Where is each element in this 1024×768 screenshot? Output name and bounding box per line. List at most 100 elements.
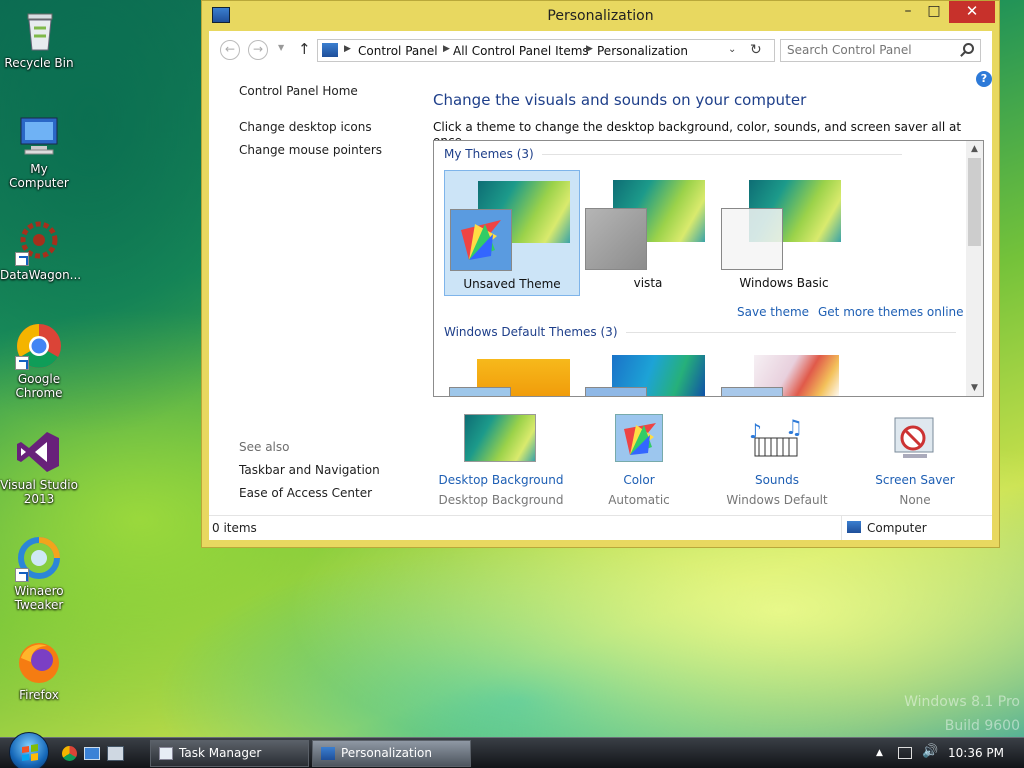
shortcut-arrow-icon [15, 568, 29, 582]
tool-name[interactable]: Sounds [707, 473, 847, 487]
theme-windows-basic[interactable]: Windows Basic [716, 170, 852, 296]
tool-screen-saver[interactable]: Screen Saver None [845, 414, 985, 507]
recycle-bin-icon [15, 6, 63, 54]
breadcrumb-personalization[interactable]: Personalization [597, 44, 688, 58]
color-icon [569, 414, 709, 464]
status-item-count: 0 items [212, 521, 257, 535]
theme-label: vista [633, 276, 663, 290]
show-hidden-icons-arrow-icon[interactable]: ▲ [876, 748, 883, 758]
refresh-icon[interactable]: ↻ [750, 42, 762, 58]
breadcrumb-all-items[interactable]: All Control Panel Items [453, 44, 589, 58]
theme-color-swatch [449, 387, 511, 396]
control-panel-icon [322, 43, 338, 57]
window-client-area: ← → ▼ ↑ ▶ Control Panel ▶ All Control Pa… [209, 31, 992, 540]
recent-pages-chevron-icon[interactable]: ▼ [278, 43, 284, 52]
task-manager-icon [159, 747, 173, 760]
sounds-icon: ♪ ♫ [707, 414, 847, 464]
task-switcher-quicklaunch-icon[interactable] [107, 746, 124, 761]
save-theme-link[interactable]: Save theme [737, 305, 809, 319]
see-also-label: See also [239, 440, 290, 454]
taskbar-personalization[interactable]: Personalization [312, 740, 471, 767]
status-zone: Computer [841, 516, 927, 540]
desktop-icon-google-chrome[interactable]: Google Chrome [0, 322, 78, 400]
address-bar[interactable]: ▶ Control Panel ▶ All Control Panel Item… [317, 39, 775, 62]
desktop-icon-winaero-tweaker[interactable]: Winaero Tweaker [0, 534, 78, 612]
scroll-down-arrow-icon[interactable]: ▼ [966, 383, 983, 393]
theme-color-swatch [585, 387, 647, 396]
color-fan-icon [450, 209, 512, 271]
tool-name[interactable]: Screen Saver [845, 473, 985, 487]
taskbar-task-manager[interactable]: Task Manager [150, 740, 309, 767]
theme-color-swatch [585, 208, 647, 270]
link-change-desktop-icons[interactable]: Change desktop icons [239, 120, 372, 134]
taskbar-clock[interactable]: 10:36 PM [948, 746, 1004, 760]
breadcrumb-separator-icon: ▶ [344, 44, 351, 54]
tool-name[interactable]: Desktop Background [431, 473, 571, 487]
scroll-thumb[interactable] [968, 158, 981, 246]
link-taskbar-navigation[interactable]: Taskbar and Navigation [239, 463, 380, 477]
shortcut-arrow-icon [15, 356, 29, 370]
breadcrumb-control-panel[interactable]: Control Panel [358, 44, 438, 58]
navigation-bar: ← → ▼ ↑ ▶ Control Panel ▶ All Control Pa… [209, 31, 992, 87]
search-box[interactable] [780, 39, 981, 62]
visual-studio-icon [15, 428, 63, 476]
desktop-background-icon [431, 414, 571, 464]
desktop-icon-datawagon[interactable]: DataWagon... [0, 218, 81, 282]
theme-label: Windows Basic [739, 276, 829, 290]
theme-color-swatch [721, 387, 783, 396]
breadcrumb-separator-icon[interactable]: ▶ [443, 44, 450, 54]
themes-list: My Themes (3) Unsaved Theme vista Window… [433, 140, 984, 397]
breadcrumb-separator-icon[interactable]: ▶ [586, 44, 593, 54]
window-title: Personalization [547, 8, 654, 24]
back-arrow-icon[interactable]: ← [220, 40, 240, 60]
firefox-icon [15, 638, 63, 686]
theme-vista[interactable]: vista [580, 170, 716, 296]
address-dropdown-icon[interactable]: ⌄ [728, 44, 736, 55]
tool-name[interactable]: Color [569, 473, 709, 487]
get-more-themes-link[interactable]: Get more themes online [818, 305, 964, 319]
up-arrow-icon[interactable]: ↑ [298, 40, 311, 58]
link-change-mouse-pointers[interactable]: Change mouse pointers [239, 143, 382, 157]
chrome-quicklaunch-icon[interactable] [62, 746, 77, 761]
svg-text:♪: ♪ [749, 419, 762, 443]
link-control-panel-home[interactable]: Control Panel Home [239, 84, 358, 98]
desktop-icon-my-computer[interactable]: My Computer [0, 112, 78, 190]
default-themes-header: Windows Default Themes (3) [444, 325, 956, 339]
winaero-tweaker-icon [15, 534, 63, 582]
close-button[interactable]: ✕ [949, 1, 995, 23]
desktop-quicklaunch-icon[interactable] [84, 747, 100, 760]
computer-icon [847, 521, 861, 533]
help-icon[interactable]: ? [976, 71, 992, 87]
computer-icon [15, 112, 63, 160]
desktop-icon-visual-studio[interactable]: Visual Studio 2013 [0, 428, 78, 506]
link-ease-of-access[interactable]: Ease of Access Center [239, 486, 372, 500]
tool-value: None [899, 493, 931, 507]
search-input[interactable] [787, 43, 957, 57]
control-panel-icon [321, 747, 335, 760]
scroll-up-arrow-icon[interactable]: ▲ [966, 144, 983, 154]
tool-value: Desktop Background [438, 493, 564, 507]
theme-color-swatch [721, 208, 783, 270]
minimize-button[interactable]: – [894, 1, 922, 23]
search-icon[interactable] [963, 43, 974, 54]
start-button[interactable] [9, 732, 49, 768]
forward-arrow-icon[interactable]: → [248, 40, 268, 60]
themes-scrollbar[interactable]: ▲ ▼ [966, 141, 983, 396]
desktop-icon-firefox[interactable]: Firefox [0, 638, 78, 702]
tool-desktop-background[interactable]: Desktop Background Desktop Background [431, 414, 571, 507]
screen-saver-icon [845, 414, 985, 464]
chrome-icon [15, 322, 63, 370]
title-bar[interactable]: Personalization – □ ✕ [202, 1, 999, 31]
taskbar: Task Manager Personalization ▲ 🔊 10:36 P… [0, 732, 1024, 768]
page-heading: Change the visuals and sounds on your co… [433, 91, 807, 109]
volume-icon[interactable]: 🔊 [922, 744, 938, 759]
tool-color[interactable]: Color Automatic [569, 414, 709, 507]
tool-value: Windows Default [726, 493, 828, 507]
shortcut-arrow-icon [15, 252, 29, 266]
network-icon[interactable] [898, 747, 912, 759]
maximize-button[interactable]: □ [921, 1, 947, 23]
tool-sounds[interactable]: ♪ ♫ Sounds Windows Default [707, 414, 847, 507]
theme-unsaved[interactable]: Unsaved Theme [444, 170, 580, 296]
desktop-icon-recycle-bin[interactable]: Recycle Bin [0, 6, 78, 70]
status-bar: 0 items Computer [209, 515, 992, 540]
